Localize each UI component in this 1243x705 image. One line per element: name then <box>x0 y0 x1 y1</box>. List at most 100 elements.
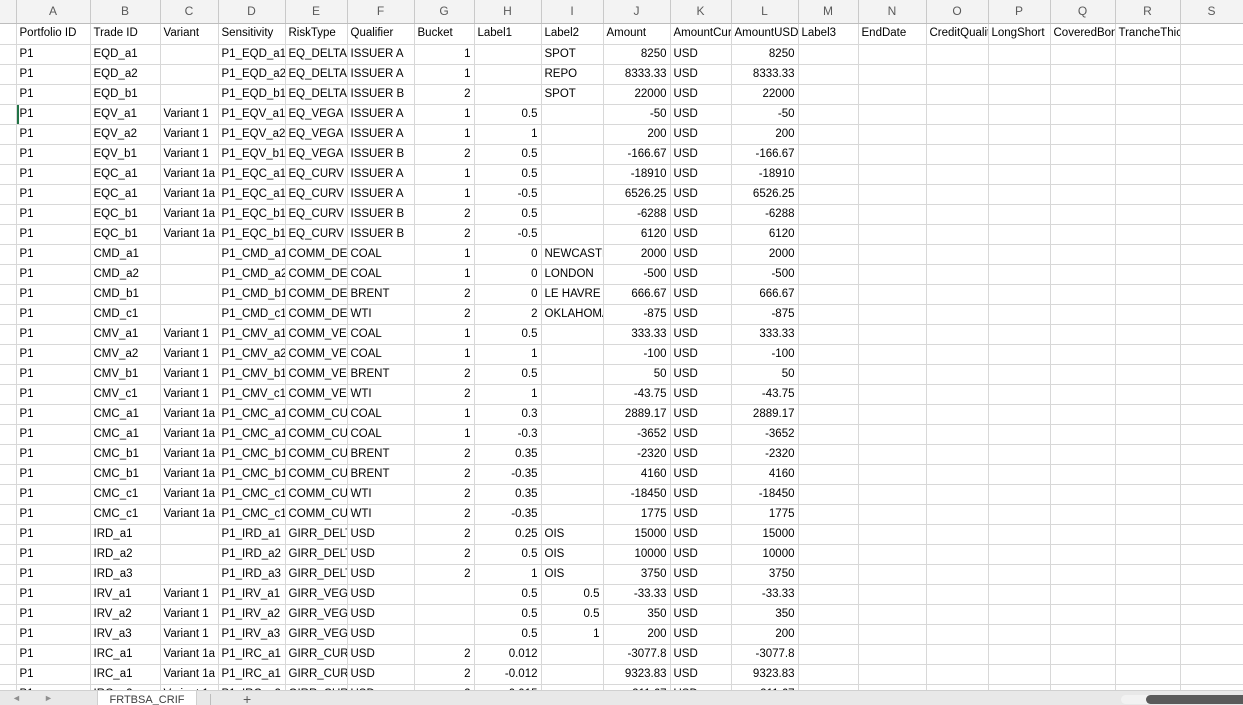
cell[interactable]: COMM_DELTA <box>285 284 347 304</box>
cell[interactable] <box>798 464 858 484</box>
cell[interactable] <box>798 224 858 244</box>
cell[interactable]: USD <box>347 584 414 604</box>
cell[interactable] <box>926 384 988 404</box>
cell[interactable] <box>541 104 603 124</box>
cell[interactable] <box>1180 184 1243 204</box>
cell[interactable]: COMM_DELTA <box>285 244 347 264</box>
cell[interactable]: Qualifier <box>347 23 414 44</box>
cell[interactable] <box>988 424 1050 444</box>
cell[interactable] <box>858 244 926 264</box>
cell[interactable]: OIS <box>541 544 603 564</box>
cell[interactable] <box>798 264 858 284</box>
cell[interactable]: Label2 <box>541 23 603 44</box>
cell[interactable]: P1 <box>16 64 90 84</box>
cell[interactable]: CMD_c1 <box>90 304 160 324</box>
cell[interactable]: P1 <box>16 424 90 444</box>
row-header[interactable] <box>0 404 16 424</box>
cell[interactable]: COAL <box>347 424 414 444</box>
row-header[interactable] <box>0 184 16 204</box>
cell[interactable]: AmountUSD <box>731 23 798 44</box>
cell[interactable]: WTI <box>347 504 414 524</box>
cell[interactable] <box>926 304 988 324</box>
cell[interactable] <box>798 64 858 84</box>
cell[interactable]: USD <box>347 624 414 644</box>
cell[interactable]: 8250 <box>731 44 798 64</box>
cell[interactable] <box>1050 144 1115 164</box>
cell[interactable]: CMD_a2 <box>90 264 160 284</box>
cell[interactable] <box>988 144 1050 164</box>
cell[interactable] <box>1050 124 1115 144</box>
cell[interactable] <box>988 604 1050 624</box>
cell[interactable] <box>1180 404 1243 424</box>
row-header[interactable] <box>0 364 16 384</box>
cell[interactable]: GIRR_DELTA <box>285 544 347 564</box>
row-header[interactable] <box>0 604 16 624</box>
cell[interactable] <box>1050 164 1115 184</box>
cell[interactable]: CMV_a1 <box>90 324 160 344</box>
cell[interactable]: 9323.83 <box>731 664 798 684</box>
cell[interactable]: -2320 <box>603 444 670 464</box>
cell[interactable]: IRV_a1 <box>90 584 160 604</box>
cell[interactable]: EQ_DELTA <box>285 84 347 104</box>
cell[interactable] <box>1180 484 1243 504</box>
cell[interactable]: 3750 <box>731 564 798 584</box>
cell[interactable] <box>858 344 926 364</box>
cell[interactable]: USD <box>670 64 731 84</box>
cell[interactable]: P1 <box>16 644 90 664</box>
cell[interactable]: NEWCASTLE <box>541 244 603 264</box>
cell[interactable] <box>1115 424 1180 444</box>
cell[interactable]: Variant 1a <box>160 484 218 504</box>
cell[interactable]: AmountCurrency <box>670 23 731 44</box>
cell[interactable]: 2 <box>414 524 474 544</box>
cell[interactable]: USD <box>670 424 731 444</box>
cell[interactable]: P1 <box>16 404 90 424</box>
cell[interactable]: P1_IRD_a3 <box>218 564 285 584</box>
cell[interactable]: 1 <box>474 344 541 364</box>
cell[interactable]: CreditQuality <box>926 23 988 44</box>
cell[interactable]: USD <box>670 364 731 384</box>
cell[interactable] <box>798 184 858 204</box>
cell[interactable] <box>858 164 926 184</box>
cell[interactable] <box>798 404 858 424</box>
cell[interactable] <box>1180 244 1243 264</box>
cell[interactable] <box>926 604 988 624</box>
cell[interactable]: 8333.33 <box>731 64 798 84</box>
cell[interactable]: P1 <box>16 624 90 644</box>
horizontal-scrollbar-thumb[interactable] <box>1146 695 1243 704</box>
cell[interactable]: USD <box>670 564 731 584</box>
cell[interactable]: USD <box>347 564 414 584</box>
cell[interactable]: -3652 <box>603 424 670 444</box>
cell[interactable] <box>858 284 926 304</box>
cell[interactable]: 1 <box>414 424 474 444</box>
cell[interactable] <box>1180 164 1243 184</box>
cell[interactable] <box>988 244 1050 264</box>
cell[interactable]: 0.5 <box>474 204 541 224</box>
cell[interactable]: USD <box>670 164 731 184</box>
column-header-C[interactable]: C <box>160 0 218 23</box>
cell[interactable] <box>798 444 858 464</box>
cell[interactable] <box>858 524 926 544</box>
cell[interactable]: 4160 <box>603 464 670 484</box>
cell[interactable]: 1 <box>414 104 474 124</box>
column-header-R[interactable]: R <box>1115 0 1180 23</box>
cell[interactable] <box>798 124 858 144</box>
cell[interactable] <box>1050 604 1115 624</box>
cell[interactable]: P1_IRC_a1 <box>218 664 285 684</box>
cell[interactable]: USD <box>347 664 414 684</box>
column-header-D[interactable]: D <box>218 0 285 23</box>
row-header[interactable] <box>0 264 16 284</box>
cell[interactable]: -0.35 <box>474 464 541 484</box>
cell[interactable]: EQV_a2 <box>90 124 160 144</box>
cell[interactable] <box>858 604 926 624</box>
cell[interactable] <box>798 664 858 684</box>
cell[interactable] <box>858 544 926 564</box>
cell[interactable]: USD <box>670 124 731 144</box>
cell[interactable]: 8250 <box>603 44 670 64</box>
cell[interactable]: 2 <box>414 304 474 324</box>
column-header-F[interactable]: F <box>347 0 414 23</box>
cell[interactable] <box>1050 424 1115 444</box>
cell[interactable] <box>1180 84 1243 104</box>
cell[interactable]: COAL <box>347 264 414 284</box>
cell[interactable]: USD <box>347 544 414 564</box>
cell[interactable] <box>926 44 988 64</box>
